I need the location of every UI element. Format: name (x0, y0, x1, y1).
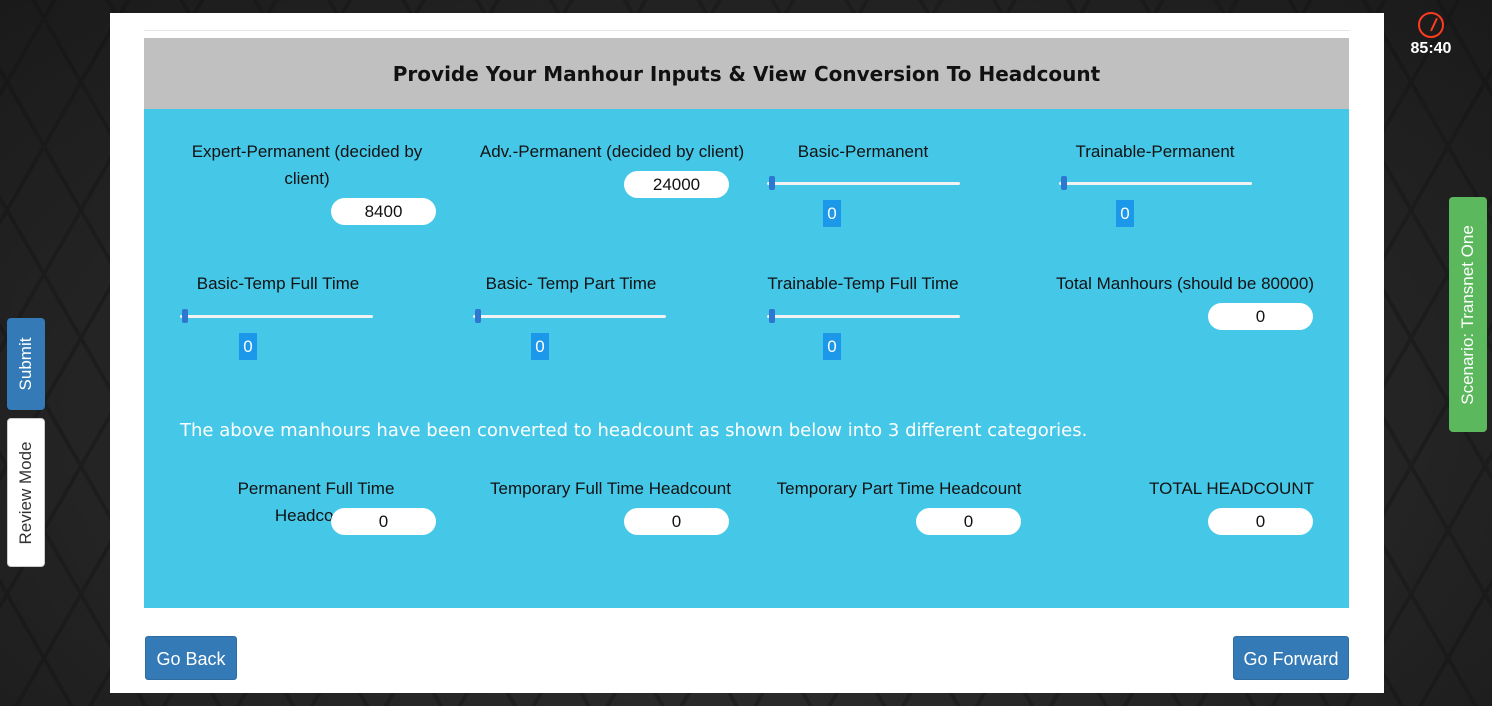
basic-temp-full-slider[interactable] (180, 309, 373, 323)
main-panel: Provide Your Manhour Inputs & View Conve… (110, 13, 1384, 693)
adv-permanent-label: Adv.-Permanent (decided by client) (479, 142, 745, 161)
trainable-permanent-value: 0 (1116, 200, 1134, 227)
trainable-permanent-slider[interactable] (1059, 176, 1252, 190)
total-manhours-field[interactable]: 0 (1208, 303, 1313, 330)
divider (144, 30, 1350, 31)
total-manhours-label: Total Manhours (should be 80000) (1056, 274, 1314, 293)
scenario-tab-label: Scenario: Transnet One (1458, 224, 1477, 405)
total-headcount-field[interactable]: 0 (1208, 508, 1313, 535)
submit-tab-label: Submit (16, 337, 35, 391)
section-header: Provide Your Manhour Inputs & View Conve… (144, 38, 1349, 109)
go-forward-button[interactable]: Go Forward (1233, 636, 1349, 680)
scenario-tab[interactable]: Scenario: Transnet One (1449, 197, 1487, 432)
trainable-permanent-label: Trainable-Permanent (1075, 142, 1235, 161)
temp-full-headcount-label: Temporary Full Time Headcount (490, 479, 731, 498)
trainable-temp-full-label: Trainable-Temp Full Time (767, 274, 959, 293)
perm-full-headcount-field[interactable]: 0 (331, 508, 436, 535)
basic-temp-full-value: 0 (239, 333, 257, 360)
input-area: Expert-Permanent (decided by client) 840… (144, 109, 1349, 608)
temp-part-headcount-label: Temporary Part Time Headcount (776, 479, 1022, 498)
slider-thumb[interactable] (1061, 176, 1067, 190)
expert-permanent-input[interactable]: 8400 (331, 198, 436, 225)
stopwatch-icon (1418, 12, 1444, 38)
expert-permanent-label: Expert-Permanent (decided by client) (191, 142, 423, 188)
conversion-note: The above manhours have been converted t… (180, 420, 1088, 441)
slider-thumb[interactable] (182, 309, 188, 323)
total-headcount-label: TOTAL HEADCOUNT (1149, 479, 1314, 498)
page-title: Provide Your Manhour Inputs & View Conve… (392, 61, 1101, 86)
basic-permanent-value: 0 (823, 200, 841, 227)
submit-tab[interactable]: Submit (7, 318, 45, 410)
basic-permanent-slider[interactable] (767, 176, 960, 190)
trainable-temp-full-value: 0 (823, 333, 841, 360)
review-mode-tab-label: Review Mode (16, 441, 35, 544)
slider-thumb[interactable] (475, 309, 481, 323)
basic-temp-part-slider[interactable] (473, 309, 666, 323)
trainable-temp-full-slider[interactable] (767, 309, 960, 323)
basic-temp-part-value: 0 (531, 333, 549, 360)
timer: 85:40 (1408, 12, 1454, 58)
review-mode-tab[interactable]: Review Mode (7, 418, 45, 567)
slider-thumb[interactable] (769, 176, 775, 190)
temp-full-headcount-field[interactable]: 0 (624, 508, 729, 535)
basic-temp-full-label: Basic-Temp Full Time (196, 274, 360, 293)
basic-temp-part-label: Basic- Temp Part Time (485, 274, 657, 293)
timer-text: 85:40 (1410, 40, 1452, 57)
temp-part-headcount-field[interactable]: 0 (916, 508, 1021, 535)
slider-thumb[interactable] (769, 309, 775, 323)
adv-permanent-input[interactable]: 24000 (624, 171, 729, 198)
basic-permanent-label: Basic-Permanent (797, 142, 929, 161)
go-back-button[interactable]: Go Back (145, 636, 237, 680)
